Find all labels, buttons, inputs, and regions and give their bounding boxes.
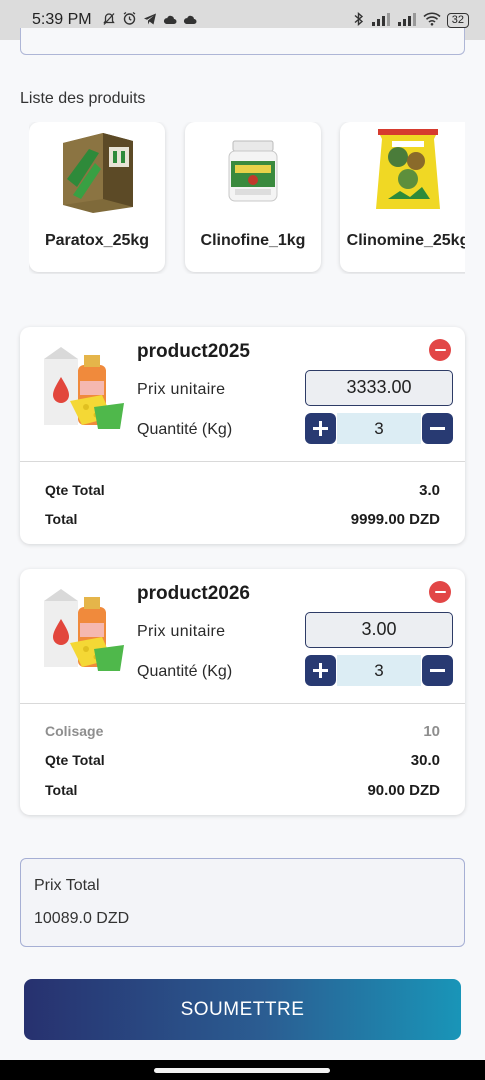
products-section-label: Liste des produits <box>20 90 146 107</box>
cart-item-title: product2025 <box>137 341 250 362</box>
summary-row: Total 90.00 DZD <box>45 782 440 799</box>
home-gesture-handle[interactable] <box>154 1068 330 1073</box>
telegram-icon <box>143 12 157 29</box>
muted-bell-icon <box>102 12 116 29</box>
quantity-label: Quantité (Kg) <box>137 663 233 680</box>
battery-icon: 32 <box>446 12 469 28</box>
quantity-value[interactable]: 3 <box>337 413 421 444</box>
summary-row: Colisage 10 <box>45 723 440 740</box>
total-price-label: Prix Total <box>34 877 100 894</box>
card-divider <box>20 461 465 462</box>
quantity-value[interactable]: 3 <box>337 655 421 686</box>
wifi-icon <box>423 12 441 29</box>
signal-icon <box>371 12 391 29</box>
alarm-icon <box>122 11 137 29</box>
summary-value: 9999.00 DZD <box>350 511 440 528</box>
cart-item-card: product2025 Prix unitaire 3333.00 Quanti… <box>20 327 465 544</box>
top-input-field[interactable] <box>20 28 465 55</box>
cloud-icon <box>183 13 197 28</box>
summary-label: Colisage <box>45 723 104 739</box>
total-price-value: 10089.0 DZD <box>34 910 130 927</box>
remove-item-button[interactable] <box>429 581 451 603</box>
product-name: Clinomine_25kg <box>346 232 465 249</box>
product-carousel[interactable]: Paratox_25kg Clinofine_1kg Clinomine_25k… <box>29 122 465 274</box>
cart-item-image <box>38 587 130 675</box>
summary-label: Qte Total <box>45 752 105 768</box>
summary-label: Total <box>45 782 78 798</box>
unit-price-label: Prix unitaire <box>137 623 226 640</box>
product-name: Paratox_25kg <box>44 232 150 249</box>
cloud-icon <box>163 13 177 28</box>
card-divider <box>20 703 465 704</box>
summary-row: Qte Total 3.0 <box>45 482 440 499</box>
product-card-clinomine[interactable]: Clinomine_25kg <box>340 122 465 272</box>
cart-item-image <box>38 345 130 433</box>
unit-price-input[interactable]: 3333.00 <box>305 370 453 406</box>
remove-item-button[interactable] <box>429 339 451 361</box>
summary-label: Qte Total <box>45 482 105 498</box>
summary-label: Total <box>45 511 78 527</box>
summary-value: 3.0 <box>419 482 440 499</box>
decrement-button[interactable] <box>422 655 453 686</box>
signal-icon <box>397 12 417 29</box>
product-image <box>362 127 454 215</box>
product-card-clinofine[interactable]: Clinofine_1kg <box>185 122 321 272</box>
quantity-label: Quantité (Kg) <box>137 421 233 438</box>
product-name: Clinofine_1kg <box>200 232 306 249</box>
unit-price-input[interactable]: 3.00 <box>305 612 453 648</box>
unit-price-label: Prix unitaire <box>137 381 226 398</box>
plus-icon <box>319 663 322 678</box>
total-price-field: Prix Total 10089.0 DZD <box>20 858 465 947</box>
minus-icon <box>430 427 445 430</box>
submit-button[interactable]: SOUMETTRE <box>24 979 461 1040</box>
summary-row: Total 9999.00 DZD <box>45 511 440 528</box>
product-card-paratox[interactable]: Paratox_25kg <box>29 122 165 272</box>
quantity-stepper: 3 <box>305 413 453 444</box>
summary-row: Qte Total 30.0 <box>45 752 440 769</box>
increment-button[interactable] <box>305 655 336 686</box>
decrement-button[interactable] <box>422 413 453 444</box>
plus-icon <box>319 421 322 436</box>
status-left: 5:39 PM <box>32 11 197 29</box>
summary-value: 90.00 DZD <box>367 782 440 799</box>
product-image <box>207 127 299 215</box>
summary-value: 10 <box>423 723 440 740</box>
quantity-stepper: 3 <box>305 655 453 686</box>
product-image <box>51 127 143 215</box>
cart-item-card: product2026 Prix unitaire 3.00 Quantité … <box>20 569 465 815</box>
summary-value: 30.0 <box>410 752 440 769</box>
status-right: 32 <box>353 11 469 30</box>
status-time: 5:39 PM <box>32 11 92 28</box>
bluetooth-icon <box>353 11 365 30</box>
minus-icon <box>430 669 445 672</box>
increment-button[interactable] <box>305 413 336 444</box>
cart-item-title: product2026 <box>137 583 250 604</box>
